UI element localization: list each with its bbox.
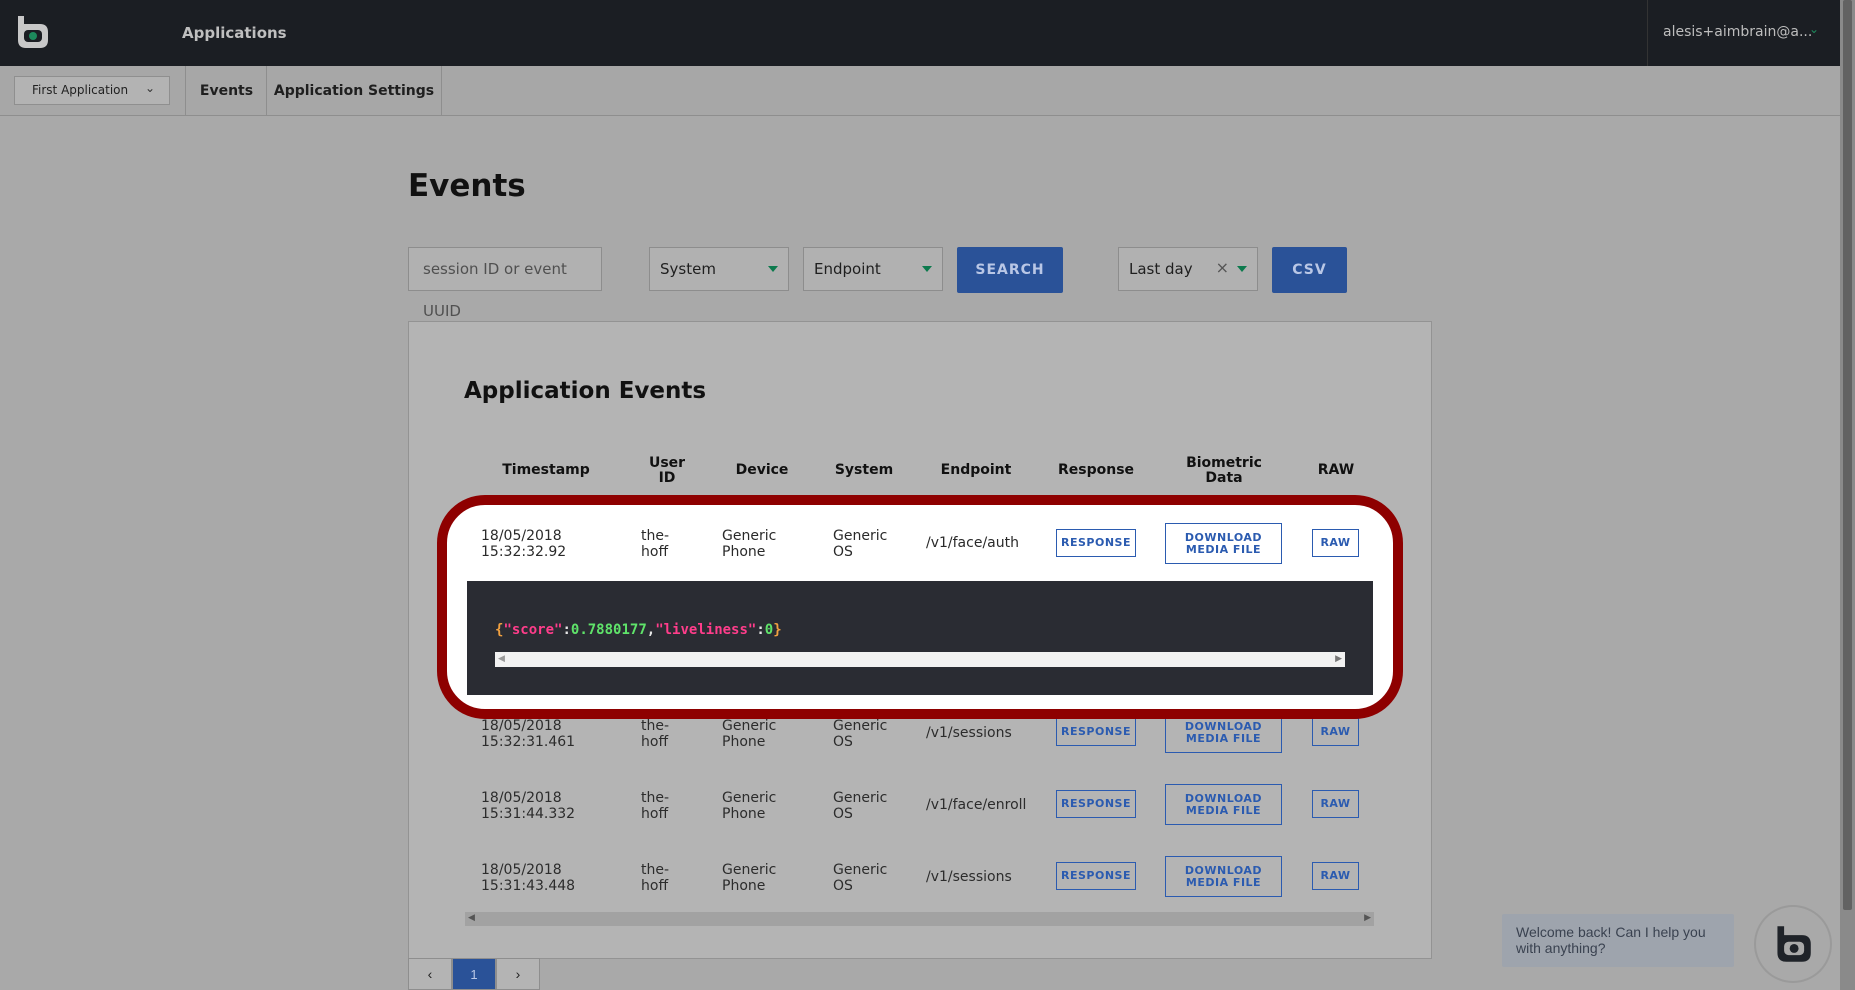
user-menu[interactable]: alesis+aimbrain@a... ⌄ <box>1647 0 1841 66</box>
scroll-right-icon[interactable]: ▶ <box>1364 912 1371 923</box>
cell-system: Generic OS <box>833 528 888 560</box>
response-button[interactable]: RESPONSE <box>1056 529 1136 557</box>
page-title: Events <box>408 168 526 204</box>
endpoint-dropdown-value: Endpoint <box>814 260 881 278</box>
column-header-raw: RAW <box>1317 462 1355 478</box>
aimbrain-logo-icon[interactable] <box>14 14 50 50</box>
nav-applications[interactable]: Applications <box>182 24 287 42</box>
search-button[interactable]: SEARCH <box>957 247 1063 293</box>
user-email: alesis+aimbrain@a... <box>1663 24 1813 40</box>
raw-button[interactable]: RAW <box>1312 529 1359 557</box>
table-scrollbar[interactable]: ◀ ▶ <box>465 912 1374 926</box>
download-media-file-button[interactable]: DOWNLOAD MEDIA FILE <box>1165 856 1282 897</box>
date-range-value: Last day <box>1129 260 1193 278</box>
raw-button[interactable]: RAW <box>1312 790 1359 818</box>
chat-message[interactable]: Welcome back! Can I help you with anythi… <box>1502 914 1734 967</box>
cell-user-id: the-hoff <box>641 790 670 822</box>
page-scrollbar[interactable] <box>1840 0 1855 990</box>
response-button[interactable]: RESPONSE <box>1056 862 1136 890</box>
column-header-user-id: User ID <box>648 455 686 486</box>
date-range-dropdown[interactable]: Last day × <box>1118 247 1258 291</box>
column-header-endpoint: Endpoint <box>940 462 1012 478</box>
chat-logo-icon <box>1777 926 1811 962</box>
caret-down-icon <box>922 266 932 272</box>
column-header-response: Response <box>1057 462 1135 478</box>
caret-down-icon <box>1237 266 1247 272</box>
cell-device: Generic Phone <box>722 862 777 894</box>
raw-button[interactable]: RAW <box>1312 862 1359 890</box>
response-button[interactable]: RESPONSE <box>1056 790 1136 818</box>
column-header-biometric-data: Biometric Data <box>1186 455 1262 486</box>
cell-endpoint: /v1/face/auth <box>926 535 1019 551</box>
chat-launcher-button[interactable] <box>1756 907 1830 981</box>
column-header-device: Device <box>735 462 789 478</box>
top-bar: Applications alesis+aimbrain@a... ⌄ <box>0 0 1840 66</box>
column-header-system: System <box>834 462 894 478</box>
cell-user-id: the-hoff <box>641 862 670 894</box>
scroll-left-icon[interactable]: ◀ <box>498 653 505 664</box>
system-dropdown[interactable]: System <box>649 247 789 291</box>
response-scrollbar[interactable]: ◀ ▶ <box>495 652 1345 667</box>
application-selector[interactable]: First Application ⌄ <box>14 76 170 105</box>
cell-system: Generic OS <box>833 790 888 822</box>
caret-down-icon <box>768 266 778 272</box>
pagination-prev-button[interactable]: ‹ <box>408 958 452 990</box>
cell-user-id: the-hoff <box>641 528 670 560</box>
endpoint-dropdown[interactable]: Endpoint <box>803 247 943 291</box>
panel-title: Application Events <box>464 378 707 404</box>
sub-nav: First Application ⌄ Events Application S… <box>0 66 1840 116</box>
cell-device: Generic Phone <box>722 790 777 822</box>
download-media-file-button[interactable]: DOWNLOAD MEDIA FILE <box>1165 523 1282 564</box>
clear-icon[interactable]: × <box>1216 258 1229 277</box>
raw-button[interactable]: RAW <box>1312 718 1359 746</box>
cell-device: Generic Phone <box>722 718 777 750</box>
tab-events[interactable]: Events <box>185 66 267 115</box>
pagination: ‹ 1 › <box>408 958 540 990</box>
chevron-down-icon: ⌄ <box>1809 22 1820 36</box>
cell-timestamp: 18/05/2018 15:31:44.332 <box>481 790 576 822</box>
download-media-file-button[interactable]: DOWNLOAD MEDIA FILE <box>1165 784 1282 825</box>
chevron-down-icon: ⌄ <box>144 81 155 95</box>
cell-user-id: the-hoff <box>641 718 670 750</box>
scrollbar-thumb[interactable] <box>1843 0 1852 910</box>
cell-timestamp: 18/05/2018 15:32:31.461 <box>481 718 576 750</box>
cell-endpoint: /v1/sessions <box>926 869 1012 885</box>
pagination-next-button[interactable]: › <box>496 958 540 990</box>
search-input[interactable]: session ID or event UUID <box>408 247 602 320</box>
cell-endpoint: /v1/face/enroll <box>926 797 1027 813</box>
scroll-right-icon[interactable]: ▶ <box>1335 653 1342 664</box>
tab-application-settings[interactable]: Application Settings <box>266 66 442 115</box>
cell-system: Generic OS <box>833 718 888 750</box>
cell-endpoint: /v1/sessions <box>926 725 1012 741</box>
csv-button[interactable]: CSV <box>1272 247 1347 293</box>
response-button[interactable]: RESPONSE <box>1056 718 1136 746</box>
cell-system: Generic OS <box>833 862 888 894</box>
application-selector-value: First Application <box>32 83 129 97</box>
response-json: {"score":0.7880177,"liveliness":0} <box>495 622 782 638</box>
cell-device: Generic Phone <box>722 528 777 560</box>
column-header-timestamp: Timestamp <box>502 462 590 478</box>
response-panel <box>467 581 1373 695</box>
cell-timestamp: 18/05/2018 15:32:32.92 <box>481 528 567 560</box>
cell-timestamp: 18/05/2018 15:31:43.448 <box>481 862 576 894</box>
system-dropdown-value: System <box>660 260 716 278</box>
scroll-left-icon[interactable]: ◀ <box>468 912 475 923</box>
pagination-page-1[interactable]: 1 <box>452 958 496 990</box>
